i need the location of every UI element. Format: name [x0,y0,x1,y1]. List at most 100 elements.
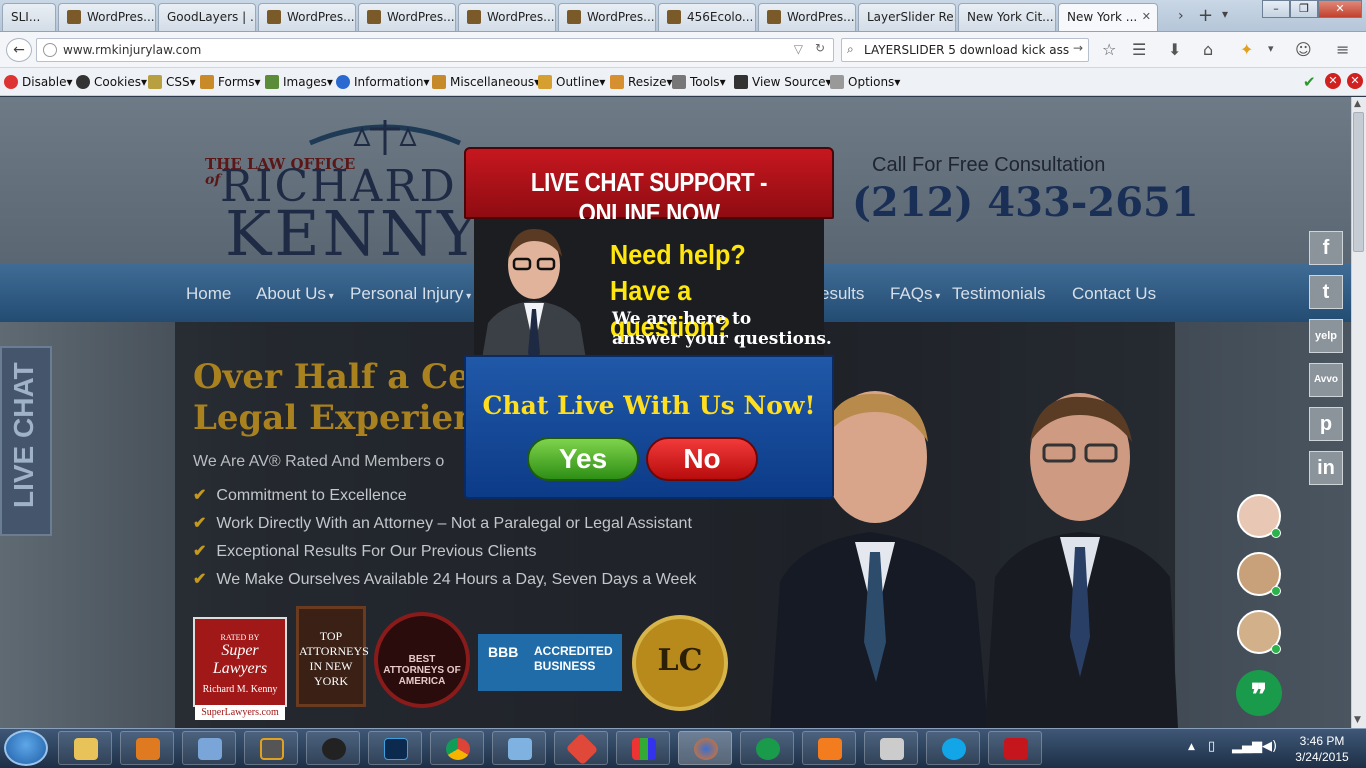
best-attorneys-badge[interactable]: BEST ATTORNEYS OF AMERICA [374,612,470,708]
menu-item-home[interactable]: Home [186,284,231,304]
taskbar-clock[interactable]: 3:46 PM 3/24/2015 [1282,733,1362,765]
menu-item-personal-injury[interactable]: Personal Injury ▾ [350,284,471,304]
search-input[interactable]: ⌕ LAYERSLIDER 5 download kick ass → [841,38,1089,62]
tab-label: 456Ecolo... [687,10,754,24]
taskbar-printer[interactable] [864,731,918,765]
taskbar-photoshop[interactable] [368,731,422,765]
star-icon[interactable]: ☆ [1102,40,1116,59]
chevron-down-icon[interactable]: ▾ [1268,42,1274,55]
no-button[interactable]: No [646,437,758,481]
taskbar-skype[interactable] [926,731,980,765]
disable-menu[interactable]: Disable▾ [4,75,73,89]
tab[interactable]: WordPres... [258,3,356,31]
tray-expand-icon[interactable]: ▲ [1188,742,1195,752]
taskbar-git[interactable] [554,731,608,766]
facebook-icon[interactable]: f [1309,231,1343,265]
information-menu[interactable]: Information▾ [336,75,430,89]
avatar[interactable] [1237,610,1281,654]
phone-icon[interactable]: ▯ [1208,739,1215,754]
taskbar-virtualbox[interactable] [492,731,546,765]
taskbar-acrobat[interactable] [988,731,1042,765]
avatar[interactable] [1237,552,1281,596]
quote-chat-icon[interactable]: ❞ [1236,670,1282,716]
resize-menu[interactable]: Resize▾ [610,75,672,89]
tab[interactable]: 456Ecolo... [658,3,756,31]
taskbar-file-explorer[interactable] [58,731,112,765]
css-menu[interactable]: CSS▾ [148,75,196,89]
badge-person: Richard M. Kenny [202,684,278,695]
tab-active[interactable]: New York ... ✕ [1058,3,1158,31]
scroll-tabs-icon[interactable]: › [1178,8,1184,24]
images-menu[interactable]: Images▾ [265,75,333,89]
chevron-down-icon[interactable]: ▽ [794,42,803,56]
start-button[interactable] [4,730,48,766]
close-icon[interactable]: ✕ [1142,10,1151,23]
signal-icon[interactable]: ▂▄▆ [1232,739,1262,754]
tab[interactable]: LayerSlider Re... [858,3,956,31]
maximize-button[interactable]: ❐ [1290,0,1318,18]
taskbar-media-player[interactable] [120,731,174,765]
scroll-down-icon[interactable]: ▼ [1354,715,1361,725]
url-bar[interactable]: www.rmkinjurylaw.com ▽ ↻ [36,38,834,62]
home-icon[interactable]: ⌂ [1203,40,1213,59]
taskbar-chrome[interactable] [430,731,484,765]
scrollbar-thumb[interactable] [1353,112,1364,252]
super-lawyers-badge[interactable]: RATED BY Super Lawyers Richard M. Kenny … [193,617,287,720]
yelp-icon[interactable]: yelp [1309,319,1343,353]
avvo-icon[interactable]: Avvo [1309,363,1343,397]
outline-menu[interactable]: Outline▾ [538,75,605,89]
phone-number[interactable]: (212) 433-2651 [852,179,1199,226]
taskbar-xampp[interactable] [802,731,856,765]
reading-list-icon[interactable]: ☰ [1132,40,1146,59]
menu-item-faqs[interactable]: FAQs ▾ [890,284,940,304]
yes-button[interactable]: Yes [527,437,639,481]
tab[interactable]: WordPres... [458,3,556,31]
arrow-right-icon[interactable]: → [1073,41,1083,55]
cookies-menu[interactable]: Cookies▾ [76,75,147,89]
menu-icon[interactable]: ≡ [1336,40,1349,59]
chevron-down-icon[interactable]: ▾ [1222,7,1228,21]
download-icon[interactable]: ⬇ [1168,40,1181,59]
taskbar-paint[interactable] [182,731,236,765]
error-icon[interactable]: ✕ [1325,73,1341,89]
menu-item-testimonials[interactable]: Testimonials [952,284,1046,304]
avatar[interactable] [1237,494,1281,538]
tab[interactable]: New York Cit... [958,3,1056,31]
menu-item-about[interactable]: About Us ▾ [256,284,334,304]
miscellaneous-menu[interactable]: Miscellaneous▾ [432,75,540,89]
tab[interactable]: WordPres... [558,3,656,31]
tab[interactable]: WordPres... [58,3,156,31]
tab[interactable]: WordPres... [358,3,456,31]
check-icon[interactable]: ✔ [1303,73,1316,91]
tools-menu[interactable]: Tools▾ [672,75,726,89]
addon-icon[interactable]: ✦ [1240,40,1253,59]
taskbar-apps[interactable] [616,731,670,765]
scroll-up-icon[interactable]: ▲ [1354,99,1361,109]
close-toolbar-icon[interactable]: ✕ [1347,73,1363,89]
taskbar-player[interactable] [306,731,360,765]
forms-menu[interactable]: Forms▾ [200,75,261,89]
minimize-button[interactable]: – [1262,0,1290,18]
new-tab-icon[interactable]: + [1198,5,1213,26]
taskbar-firefox[interactable] [678,731,732,765]
taskbar-hangouts[interactable] [740,731,794,765]
tab[interactable]: WordPres... [758,3,856,31]
chat-icon[interactable]: ☺ [1295,40,1312,59]
options-menu[interactable]: Options▾ [830,75,900,89]
reload-icon[interactable]: ↻ [815,41,825,55]
pinterest-icon[interactable]: p [1309,407,1343,441]
tab[interactable]: GoodLayers | ... [158,3,256,31]
view-source-menu[interactable]: View Source▾ [734,75,832,89]
volume-icon[interactable]: ◀) [1262,739,1277,754]
top-attorneys-badge[interactable]: TOP ATTORNEYS IN NEW YORK [296,606,369,707]
linkedin-icon[interactable]: in [1309,451,1343,485]
taskbar-sublime[interactable] [244,731,298,765]
menu-item-contact[interactable]: Contact Us [1072,284,1156,304]
bbb-badge[interactable]: BBB ACCREDITED BUSINESS [478,634,622,691]
close-window-button[interactable]: ✕ [1318,0,1362,18]
back-button[interactable]: ← [6,38,32,62]
twitter-icon[interactable]: t [1309,275,1343,309]
lead-counsel-badge[interactable]: LC [632,615,728,711]
tab[interactable]: SLI... [2,3,56,31]
live-chat-tab[interactable]: LIVE CHAT [0,346,52,536]
